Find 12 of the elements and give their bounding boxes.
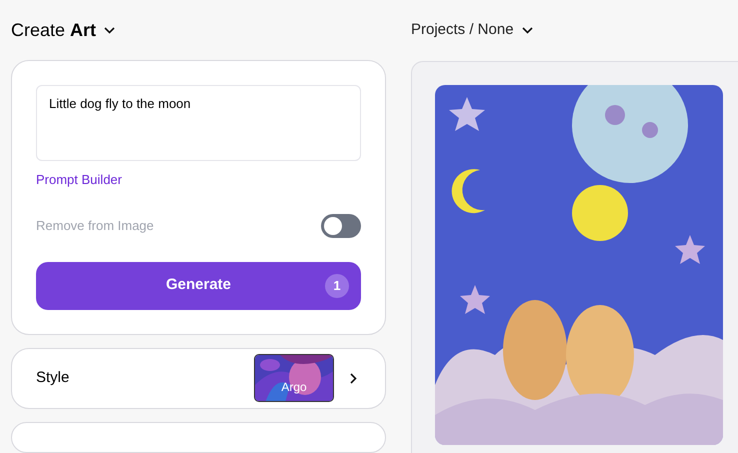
toggle-switch[interactable]	[321, 214, 361, 238]
style-label: Style	[36, 368, 70, 388]
remove-from-image-label: Remove from Image	[36, 216, 154, 235]
generate-button[interactable]: Generate 1	[36, 262, 361, 310]
chevron-right-icon[interactable]	[350, 372, 357, 384]
count-badge: 1	[325, 274, 349, 298]
page-title[interactable]: Create Art	[11, 17, 96, 44]
chevron-down-icon[interactable]	[522, 26, 533, 34]
chevron-down-icon[interactable]	[104, 27, 116, 34]
prompt-builder-link[interactable]: Prompt Builder	[36, 170, 122, 190]
prompt-field[interactable]: Little dog fly to the moon	[36, 85, 361, 161]
breadcrumb[interactable]: Projects / None	[411, 18, 514, 42]
